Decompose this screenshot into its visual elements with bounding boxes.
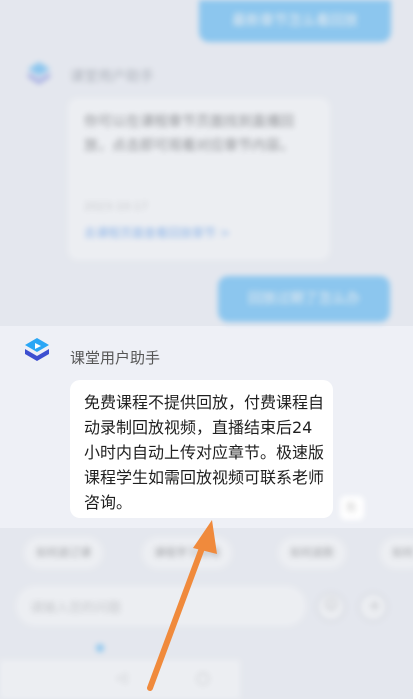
annotation-arrow-icon bbox=[147, 520, 217, 691]
